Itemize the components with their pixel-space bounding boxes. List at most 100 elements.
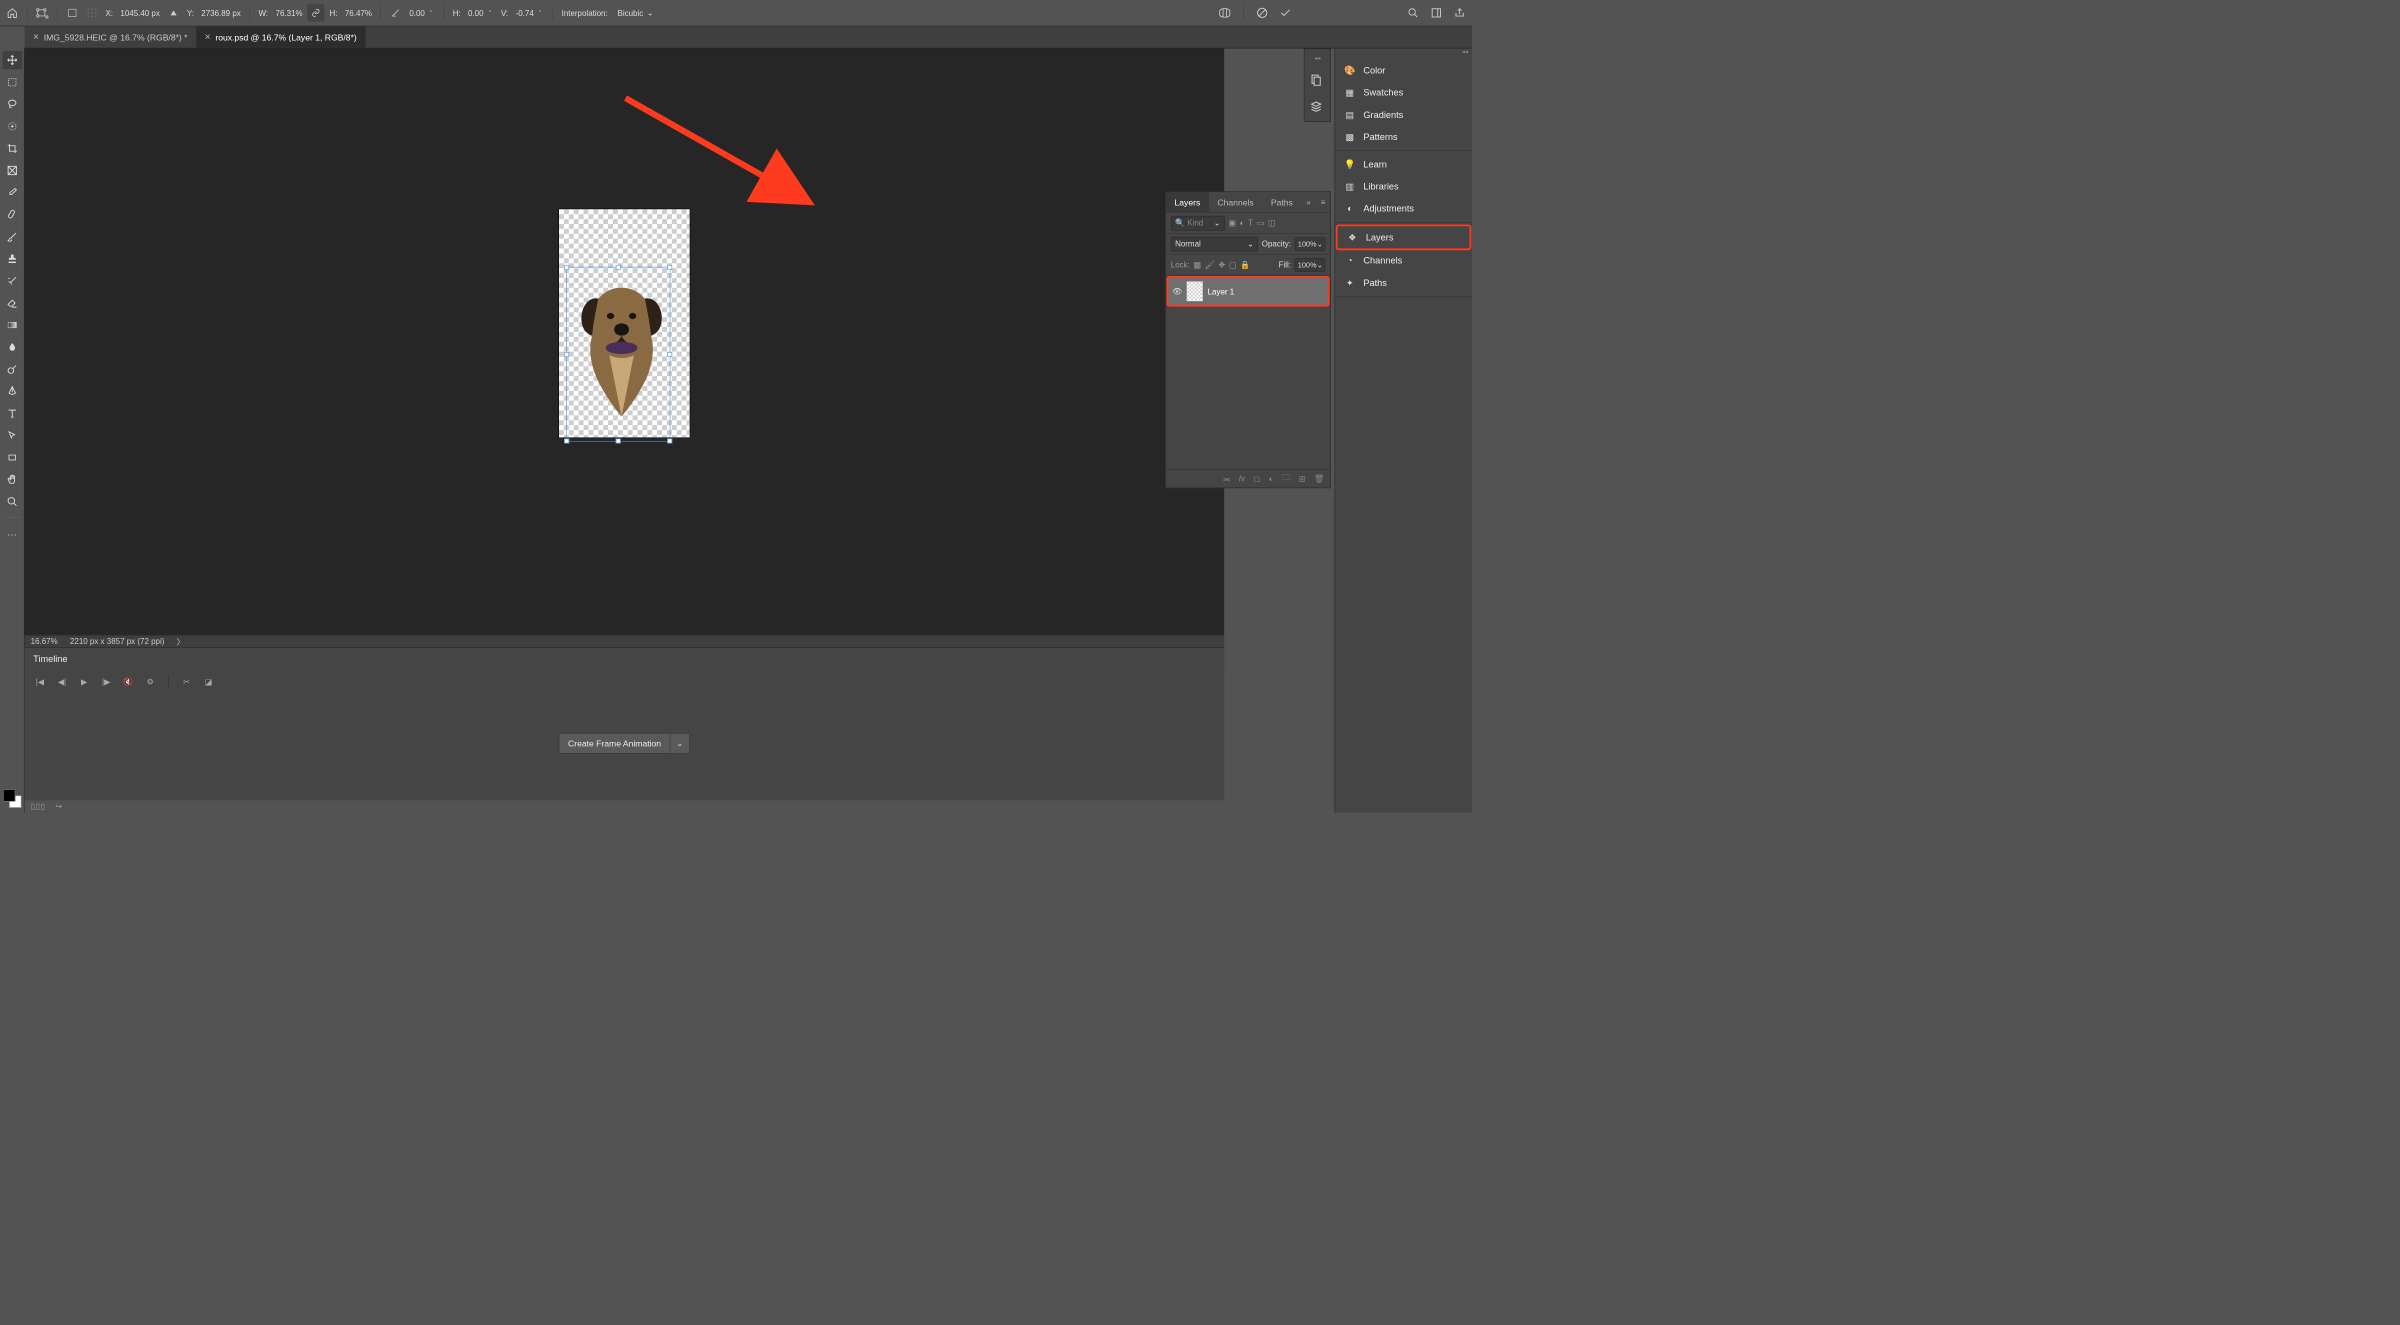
color-panel-button[interactable]: 🎨Color — [1335, 59, 1472, 81]
canvas-area[interactable] — [25, 48, 1225, 634]
visibility-eye-icon[interactable]: 👁 — [1172, 286, 1182, 296]
healing-brush-tool-icon[interactable] — [2, 205, 22, 223]
lock-all-icon[interactable]: 🔒 — [1240, 260, 1250, 270]
group-icon[interactable]: 🗀 — [1282, 472, 1290, 485]
filter-smart-icon[interactable]: ◫ — [1268, 218, 1276, 228]
panel-menu-icon[interactable]: ≡ — [1316, 197, 1330, 206]
reference-grid-icon[interactable] — [83, 4, 100, 21]
skew-h-value[interactable]: 0.00 — [466, 7, 486, 19]
marquee-tool-icon[interactable] — [2, 73, 22, 91]
lock-image-icon[interactable]: 🖌 — [1205, 260, 1215, 270]
search-icon[interactable] — [1404, 4, 1421, 21]
move-tool-icon[interactable] — [2, 51, 22, 69]
fill-input[interactable]: 100%⌄ — [1295, 258, 1326, 271]
home-icon[interactable] — [4, 4, 21, 21]
chevron-right-icon[interactable]: 〉 — [177, 635, 185, 647]
skew-v-value[interactable]: -0.74 — [513, 7, 536, 19]
patterns-panel-button[interactable]: ▩Patterns — [1335, 126, 1472, 148]
gradients-panel-button[interactable]: ▤Gradients — [1335, 104, 1472, 126]
stamp-tool-icon[interactable] — [2, 250, 22, 268]
zoom-tool-icon[interactable] — [2, 492, 22, 510]
share-icon[interactable] — [1451, 4, 1468, 21]
hand-tool-icon[interactable] — [2, 470, 22, 488]
properties-panel-icon[interactable] — [1310, 101, 1325, 116]
create-frame-animation-button[interactable]: Create Frame Animation — [559, 733, 670, 754]
layer-row[interactable]: 👁 Layer 1 — [1168, 278, 1327, 305]
settings-gear-icon[interactable]: ⚙ — [144, 675, 157, 688]
crop-tool-icon[interactable] — [2, 139, 22, 157]
link-layers-icon[interactable]: ⫘ — [1223, 474, 1230, 484]
layer-filter-dropdown[interactable]: 🔍 Kind⌄ — [1171, 216, 1225, 231]
color-swatches[interactable] — [3, 789, 21, 807]
delete-layer-icon[interactable]: 🗑 — [1314, 474, 1324, 484]
rotate-value[interactable]: 0.00 — [407, 7, 427, 19]
w-value[interactable]: 76.31% — [273, 7, 305, 19]
quick-select-tool-icon[interactable] — [2, 117, 22, 135]
x-value[interactable]: 1045.40 px — [118, 7, 162, 19]
transform-tool-icon[interactable] — [34, 4, 51, 21]
adjustments-panel-button[interactable]: ◐Adjustments — [1335, 197, 1472, 219]
grip-icon[interactable]: ▯▯▯ — [31, 802, 46, 812]
first-frame-icon[interactable]: |◀ — [33, 675, 46, 688]
learn-panel-button[interactable]: 💡Learn — [1335, 153, 1472, 175]
eyedropper-tool-icon[interactable] — [2, 183, 22, 201]
redo-icon[interactable]: ↪ — [55, 802, 62, 812]
layer-thumbnail[interactable] — [1187, 282, 1203, 302]
document-tab[interactable]: × roux.psd @ 16.7% (Layer 1, RGB/8*) — [196, 26, 365, 47]
split-icon[interactable]: ✂ — [180, 675, 193, 688]
triangle-x-icon[interactable] — [165, 4, 182, 21]
animation-type-dropdown[interactable]: ⌄ — [670, 733, 690, 754]
filter-adjustment-icon[interactable]: ◐ — [1240, 218, 1245, 228]
gradient-tool-icon[interactable] — [2, 316, 22, 334]
layers-panel-button[interactable]: ❖Layers — [1338, 226, 1470, 248]
paths-tab[interactable]: Paths — [1262, 192, 1301, 212]
new-layer-icon[interactable]: ⊞ — [1299, 474, 1306, 484]
cancel-icon[interactable] — [1254, 4, 1271, 21]
interpolation-dropdown[interactable]: Bicubic ⌄ — [613, 6, 659, 19]
layer-mask-icon[interactable]: ◻ — [1254, 474, 1261, 484]
close-icon[interactable]: × — [205, 32, 211, 43]
layers-tab[interactable]: Layers — [1166, 192, 1209, 212]
lasso-tool-icon[interactable] — [2, 95, 22, 113]
filter-type-icon[interactable]: T — [1248, 218, 1253, 228]
prev-frame-icon[interactable]: ◀| — [55, 675, 68, 688]
eraser-tool-icon[interactable] — [2, 294, 22, 312]
collapse-icon[interactable]: ◂◂ — [1335, 48, 1472, 57]
channels-panel-button[interactable]: ◔Channels — [1335, 250, 1472, 272]
layer-name[interactable]: Layer 1 — [1208, 287, 1235, 296]
type-tool-icon[interactable] — [2, 404, 22, 422]
transform-bounding-box[interactable] — [566, 267, 670, 442]
y-value[interactable]: 2736.89 px — [199, 7, 243, 19]
close-icon[interactable]: × — [33, 32, 39, 43]
edit-toolbar-icon[interactable]: ⋯ — [2, 526, 22, 544]
path-select-tool-icon[interactable] — [2, 426, 22, 444]
libraries-panel-button[interactable]: ▥Libraries — [1335, 175, 1472, 197]
history-brush-tool-icon[interactable] — [2, 272, 22, 290]
reference-point-icon[interactable] — [64, 4, 81, 21]
play-icon[interactable]: ▶ — [77, 675, 90, 688]
blur-tool-icon[interactable] — [2, 338, 22, 356]
commit-icon[interactable] — [1277, 4, 1294, 21]
blend-mode-dropdown[interactable]: Normal⌄ — [1171, 236, 1258, 251]
link-icon[interactable] — [307, 4, 324, 21]
warp-icon[interactable] — [1216, 4, 1233, 21]
mute-icon[interactable]: 🔇 — [121, 675, 134, 688]
filter-image-icon[interactable]: ▣ — [1228, 218, 1236, 228]
collapse-icon[interactable]: » — [1302, 197, 1316, 206]
brush-tool-icon[interactable] — [2, 228, 22, 246]
lock-artboard-icon[interactable]: ▢ — [1229, 260, 1237, 270]
pen-tool-icon[interactable] — [2, 382, 22, 400]
document-tab[interactable]: × IMG_5928.HEIC @ 16.7% (RGB/8*) * — [25, 26, 197, 47]
rotate-angle-icon[interactable] — [387, 4, 404, 21]
filter-shape-icon[interactable]: ▭ — [1257, 218, 1265, 228]
transition-icon[interactable]: ◪ — [202, 675, 215, 688]
layer-style-icon[interactable]: fx — [1239, 474, 1245, 483]
workspace-icon[interactable] — [1428, 4, 1445, 21]
swatches-panel-button[interactable]: ▦Swatches — [1335, 82, 1472, 104]
lock-transparency-icon[interactable]: ▦ — [1194, 260, 1202, 270]
lock-position-icon[interactable]: ✥ — [1219, 260, 1226, 270]
dodge-tool-icon[interactable] — [2, 360, 22, 378]
zoom-level[interactable]: 16.67% — [31, 637, 58, 646]
next-frame-icon[interactable]: |▶ — [99, 675, 112, 688]
history-panel-icon[interactable] — [1310, 74, 1325, 89]
